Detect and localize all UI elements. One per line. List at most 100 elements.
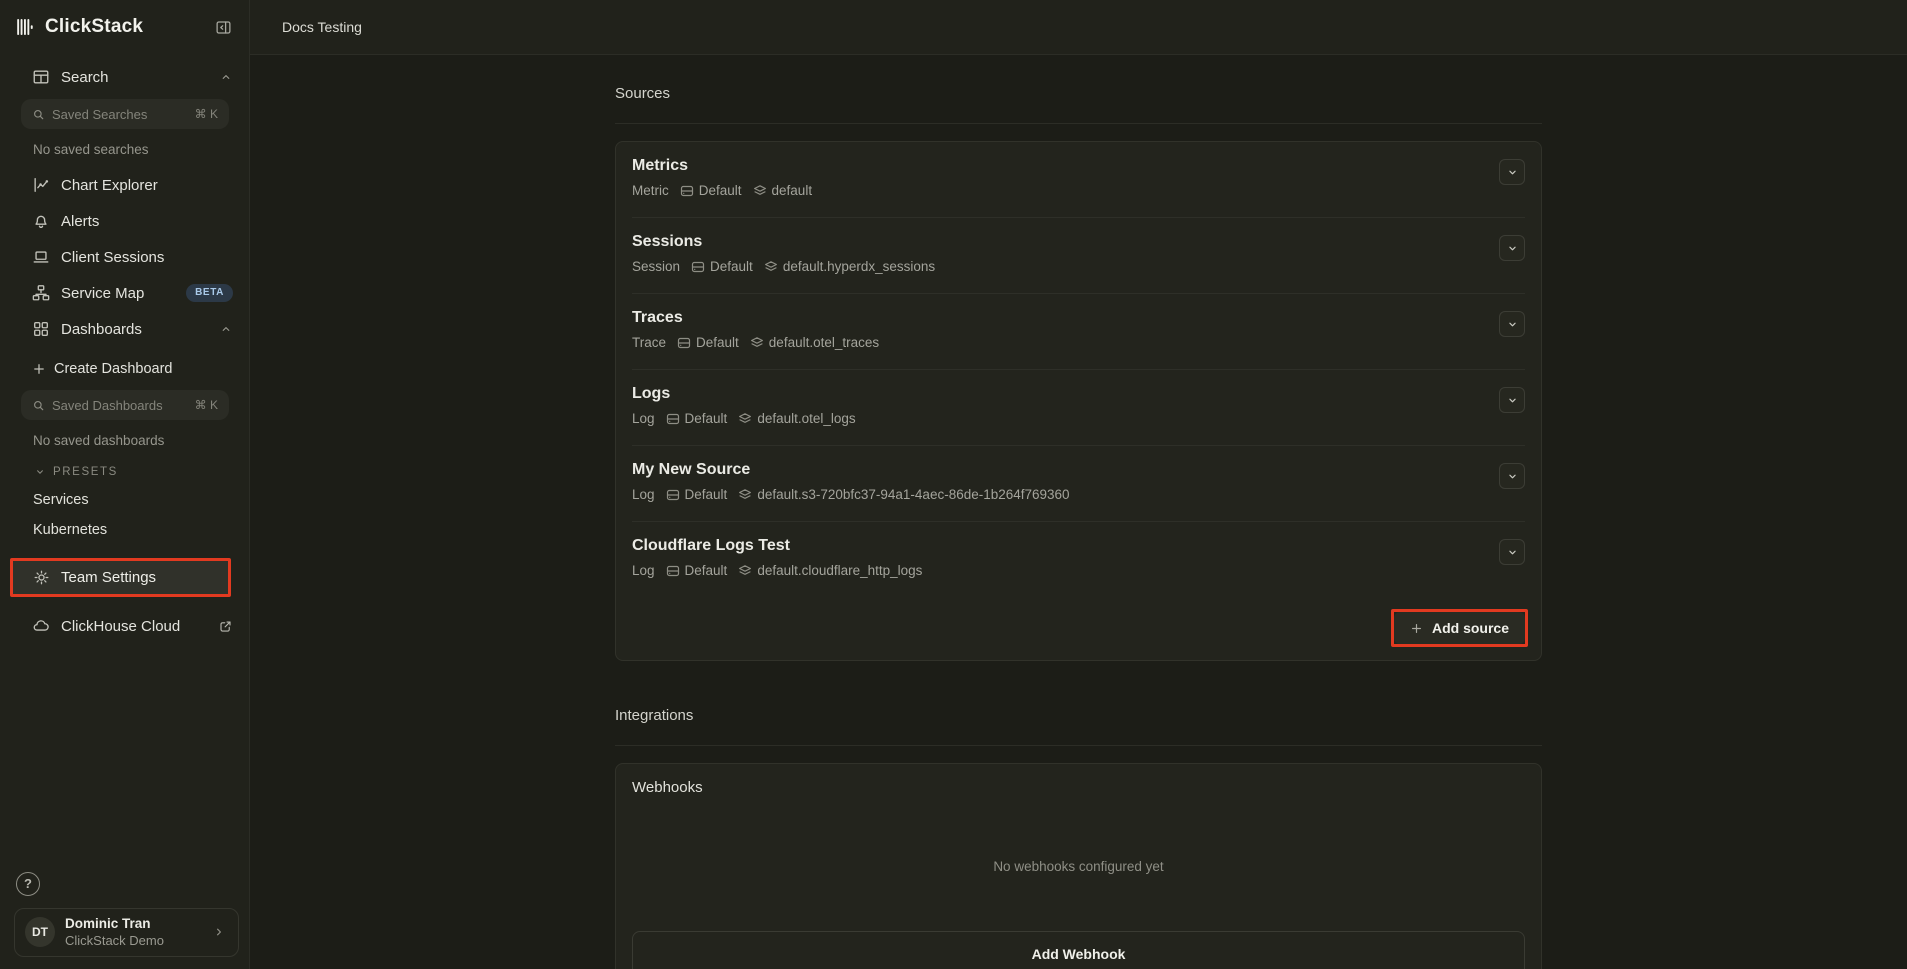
- source-table: default.otel_logs: [757, 411, 855, 426]
- search-icon: [32, 108, 45, 121]
- sidebar-item-team-settings[interactable]: Team Settings: [13, 561, 228, 594]
- source-table: default: [772, 183, 813, 198]
- sidebar-item-label: Dashboards: [61, 321, 142, 338]
- source-table: default.hyperdx_sessions: [783, 259, 935, 274]
- add-webhook-button[interactable]: Add Webhook: [632, 931, 1525, 969]
- table-stack-icon: [753, 184, 767, 198]
- add-source-label: Add source: [1432, 620, 1509, 636]
- help-button[interactable]: ?: [16, 872, 40, 896]
- table-stack-icon: [764, 260, 778, 274]
- sidebar-item-label: Search: [61, 69, 109, 86]
- section-divider: [615, 123, 1542, 124]
- main-content: Sources Metrics Metric Default default: [250, 55, 1907, 969]
- sidebar-item-chart-explorer[interactable]: Chart Explorer: [0, 167, 249, 203]
- topbar: Docs Testing: [250, 0, 1907, 55]
- sidebar-item-client-sessions[interactable]: Client Sessions: [0, 239, 249, 275]
- saved-dashboards-searchbox[interactable]: ⌘ K: [21, 390, 229, 420]
- annotation-box-add-source: Add source: [1391, 609, 1528, 647]
- preset-item-services[interactable]: Services: [0, 485, 249, 515]
- database-icon: [666, 412, 680, 426]
- clickstack-logo-icon: [16, 17, 36, 37]
- source-row-cloudflare-logs-test[interactable]: Cloudflare Logs Test Log Default default…: [616, 522, 1541, 597]
- source-name: Logs: [632, 385, 1481, 403]
- source-connection: Default: [699, 183, 742, 198]
- database-icon: [691, 260, 705, 274]
- chart-explorer-icon: [32, 176, 50, 194]
- database-icon: [666, 564, 680, 578]
- source-row-metrics[interactable]: Metrics Metric Default default: [616, 142, 1541, 217]
- no-saved-dashboards-text: No saved dashboards: [0, 424, 249, 458]
- saved-searches-input[interactable]: [52, 107, 188, 122]
- source-connection: Default: [710, 259, 753, 274]
- avatar: DT: [25, 917, 55, 947]
- webhooks-title: Webhooks: [632, 779, 1525, 796]
- page-title: Docs Testing: [282, 19, 362, 35]
- user-org: ClickStack Demo: [65, 933, 202, 949]
- source-row-sessions[interactable]: Sessions Session Default default.hyperdx…: [616, 218, 1541, 293]
- no-saved-searches-text: No saved searches: [0, 133, 249, 167]
- sitemap-icon: [32, 284, 50, 302]
- database-icon: [677, 336, 691, 350]
- search-icon: [32, 399, 45, 412]
- dashboards-grid-icon: [32, 320, 50, 338]
- source-type: Log: [632, 487, 655, 502]
- sidebar-item-service-map[interactable]: Service Map BETA: [0, 275, 249, 311]
- source-row-traces[interactable]: Traces Trace Default default.otel_traces: [616, 294, 1541, 369]
- sidebar-item-label: Alerts: [61, 213, 99, 230]
- expand-source-button[interactable]: [1499, 235, 1525, 261]
- sidebar-item-alerts[interactable]: Alerts: [0, 203, 249, 239]
- saved-searches-searchbox[interactable]: ⌘ K: [21, 99, 229, 129]
- search-section-icon: [32, 68, 50, 86]
- expand-source-button[interactable]: [1499, 539, 1525, 565]
- external-link-icon: [218, 619, 233, 634]
- sidebar-item-search[interactable]: Search: [0, 59, 249, 95]
- source-connection: Default: [696, 335, 739, 350]
- expand-source-button[interactable]: [1499, 387, 1525, 413]
- database-icon: [680, 184, 694, 198]
- cloud-icon: [32, 617, 50, 635]
- source-name: Sessions: [632, 233, 1481, 251]
- expand-source-button[interactable]: [1499, 311, 1525, 337]
- table-stack-icon: [738, 412, 752, 426]
- table-stack-icon: [738, 488, 752, 502]
- annotation-box-team-settings: Team Settings: [10, 558, 231, 597]
- integrations-section-title: Integrations: [615, 707, 1542, 724]
- presets-section-toggle[interactable]: PRESETS: [0, 458, 249, 485]
- source-row-my-new-source[interactable]: My New Source Log Default default.s3-720…: [616, 446, 1541, 521]
- sidebar-item-label: Chart Explorer: [61, 177, 158, 194]
- source-row-logs[interactable]: Logs Log Default default.otel_logs: [616, 370, 1541, 445]
- chevron-down-icon: [34, 466, 46, 478]
- sources-section-title: Sources: [615, 85, 1542, 102]
- source-connection: Default: [685, 411, 728, 426]
- app-logo-row: ClickStack: [0, 0, 249, 59]
- gear-icon: [33, 569, 50, 586]
- source-type: Session: [632, 259, 680, 274]
- source-type: Log: [632, 411, 655, 426]
- source-name: Traces: [632, 309, 1481, 327]
- expand-source-button[interactable]: [1499, 463, 1525, 489]
- beta-badge: BETA: [186, 284, 233, 302]
- sidebar-item-clickhouse-cloud[interactable]: ClickHouse Cloud: [0, 608, 249, 644]
- user-menu[interactable]: DT Dominic Tran ClickStack Demo: [14, 908, 239, 957]
- source-name: My New Source: [632, 461, 1481, 479]
- database-icon: [666, 488, 680, 502]
- chevron-right-icon: [212, 925, 226, 939]
- chevron-up-icon: [219, 70, 233, 84]
- saved-dashboards-input[interactable]: [52, 398, 188, 413]
- app-title: ClickStack: [45, 16, 211, 38]
- source-table: default.otel_traces: [769, 335, 879, 350]
- sidebar-item-dashboards[interactable]: Dashboards: [0, 311, 249, 347]
- webhooks-card: Webhooks No webhooks configured yet Add …: [615, 763, 1542, 969]
- expand-source-button[interactable]: [1499, 159, 1525, 185]
- source-type: Metric: [632, 183, 669, 198]
- source-type: Log: [632, 563, 655, 578]
- add-source-button[interactable]: Add source: [1394, 612, 1525, 644]
- section-divider: [615, 745, 1542, 746]
- sidebar-collapse-button[interactable]: [211, 15, 235, 39]
- create-dashboard-button[interactable]: Create Dashboard: [0, 352, 249, 386]
- bell-icon: [32, 212, 50, 230]
- user-name: Dominic Tran: [65, 916, 202, 933]
- preset-item-kubernetes[interactable]: Kubernetes: [0, 515, 249, 545]
- source-table: default.cloudflare_http_logs: [757, 563, 922, 578]
- sidebar-footer: ? DT Dominic Tran ClickStack Demo: [0, 872, 249, 969]
